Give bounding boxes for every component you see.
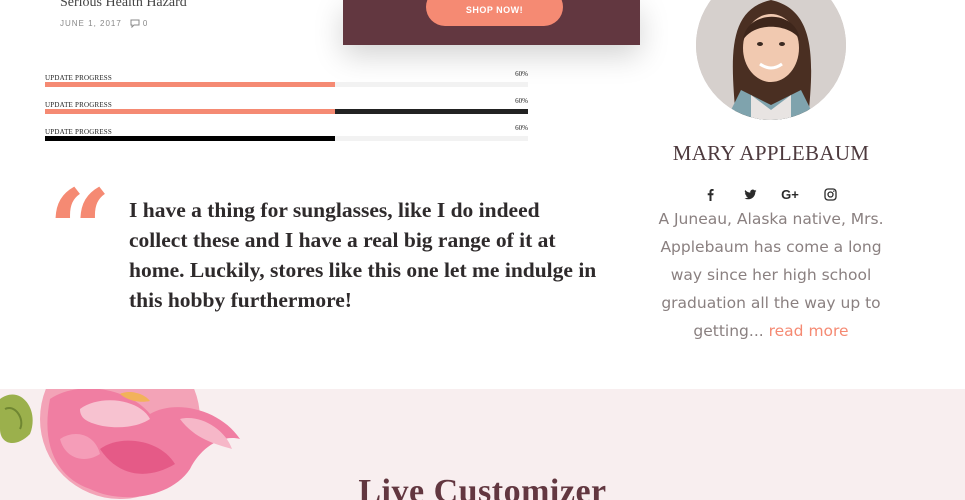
instagram-icon[interactable] [810, 185, 850, 203]
section-title: Live Customizer [358, 473, 607, 500]
progress-fill [45, 82, 335, 87]
profile-bio: A Juneau, Alaska native, Mrs. Applebaum … [648, 205, 894, 345]
progress-percent: 60% [515, 124, 528, 132]
bio-text: A Juneau, Alaska native, Mrs. Applebaum … [658, 210, 884, 340]
testimonial-quote: I have a thing for sunglasses, like I do… [129, 198, 597, 312]
post-title[interactable]: Serious Health Hazard [60, 0, 187, 11]
progress-percent: 60% [515, 97, 528, 105]
progress-fill [45, 136, 335, 141]
shop-now-button[interactable]: SHOP NOW! [426, 0, 563, 26]
progress-track [45, 109, 528, 114]
avatar-portrait-image [696, 0, 846, 120]
quote-icon: “ [48, 165, 112, 294]
live-customizer-section: Live Customizer [0, 389, 965, 500]
progress-fill [45, 109, 335, 114]
facebook-icon[interactable] [690, 185, 730, 203]
profile-name: MARY APPLEBAUM [672, 141, 870, 165]
progress-label: UPDATE PROGRESS [45, 74, 112, 82]
promo-banner: SHOP NOW! [343, 0, 640, 45]
post-meta: JUNE 1, 2017 0 [60, 19, 148, 28]
progress-label: UPDATE PROGRESS [45, 128, 112, 136]
comment-count[interactable]: 0 [130, 19, 148, 28]
progress-track [45, 82, 528, 87]
google-plus-icon[interactable]: G+ [770, 185, 810, 203]
social-links: G+ [690, 185, 850, 203]
post-date: JUNE 1, 2017 [60, 19, 122, 28]
progress-track [45, 136, 528, 141]
comment-count-value: 0 [142, 19, 149, 28]
comment-icon [130, 19, 140, 28]
progress-label: UPDATE PROGRESS [45, 101, 112, 109]
progress-percent: 60% [515, 70, 528, 78]
twitter-icon[interactable] [730, 185, 770, 203]
read-more-link[interactable]: read more [769, 322, 849, 340]
avatar [696, 0, 846, 120]
